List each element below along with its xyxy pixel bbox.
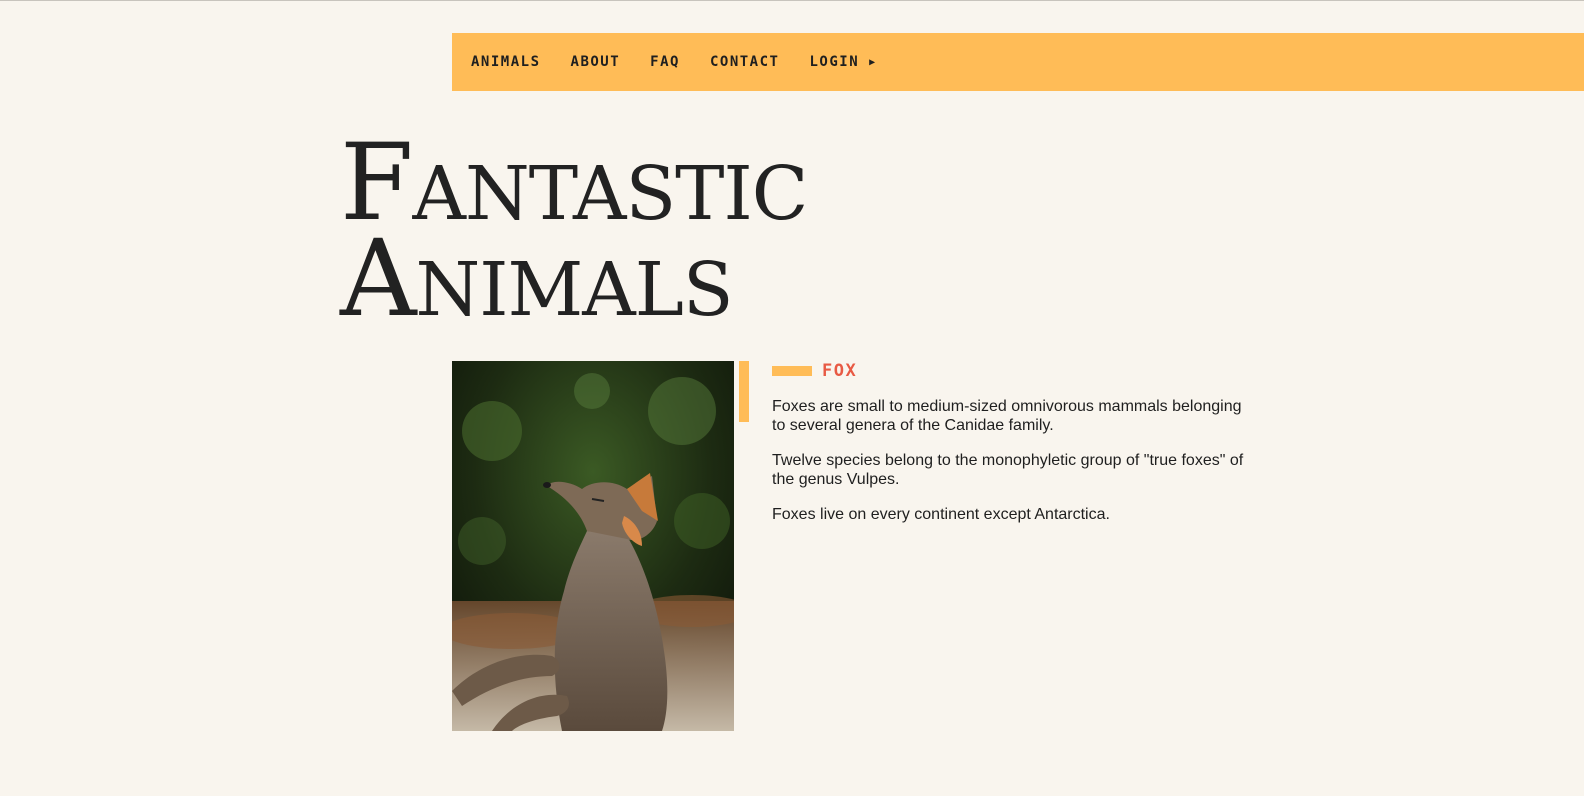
nav-item-animals[interactable]: ANIMALS — [471, 54, 541, 70]
nav-item-about[interactable]: ABOUT — [571, 54, 621, 70]
top-border — [0, 0, 1584, 1]
section-header: FOX — [772, 361, 857, 381]
page-title: Fantastic Animals — [340, 130, 808, 340]
article-body: Foxes are small to medium-sized omnivoro… — [772, 397, 1252, 540]
nav-label: ANIMALS — [471, 54, 541, 70]
nav-label: LOGIN — [809, 54, 860, 70]
accent-bar — [739, 361, 749, 422]
section-rule — [772, 366, 812, 376]
main-navbar: ANIMALS ABOUT FAQ CONTACT LOGIN ▶ — [452, 33, 1584, 91]
fox-photo — [452, 361, 734, 731]
nav-label: CONTACT — [709, 54, 780, 70]
play-arrow-icon: ▶ — [869, 56, 877, 68]
nav-item-login[interactable]: LOGIN ▶ — [809, 54, 876, 70]
paragraph: Twelve species belong to the monophyleti… — [772, 452, 1244, 488]
section-label: FOX — [822, 361, 858, 381]
nav-item-faq[interactable]: FAQ — [650, 54, 680, 70]
page-title-line-2: Animals — [340, 217, 734, 340]
fox-illustration — [452, 361, 734, 731]
paragraph: Foxes are small to medium-sized omnivoro… — [772, 398, 1242, 434]
nav-item-contact[interactable]: CONTACT — [710, 54, 780, 70]
nav-label: ABOUT — [570, 54, 621, 70]
nav-label: FAQ — [650, 54, 680, 70]
paragraph: Foxes live on every continent except Ant… — [772, 506, 1110, 523]
